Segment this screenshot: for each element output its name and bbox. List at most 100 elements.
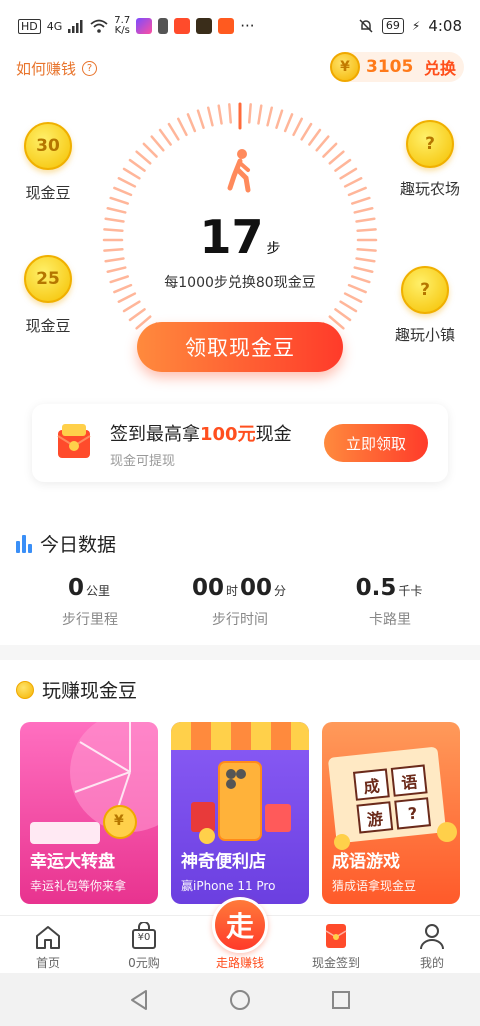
dial-tick	[122, 300, 141, 313]
bubble-value: 30	[36, 136, 60, 156]
bubble-value: ?	[425, 134, 435, 154]
mute-bell-icon	[359, 19, 373, 33]
bubble-coin-30[interactable]: 30	[24, 122, 72, 170]
bag-icon-text: ¥0	[137, 932, 151, 943]
stat-unit: 千卡	[398, 584, 423, 598]
claim-now-button[interactable]: 立即领取	[324, 424, 428, 462]
stat-distance: 0 公里 步行里程	[20, 575, 160, 629]
stat-duration: 00 时00 分 步行时间	[170, 575, 310, 629]
dial-tick	[109, 196, 130, 205]
stat-label: 步行里程	[62, 612, 118, 628]
system-nav-bar	[0, 973, 480, 1026]
dial-tick	[275, 109, 284, 130]
dial-tick	[207, 106, 214, 127]
stat-minutes: 00	[240, 575, 273, 601]
app-notification-icon-2	[174, 18, 191, 34]
stat-label: 卡路里	[369, 612, 411, 628]
idiom-grid: 成 语 游 ?	[352, 764, 432, 834]
game-title: 幸运大转盘	[30, 852, 115, 872]
home-icon	[36, 926, 60, 949]
dial-tick	[339, 167, 358, 180]
lucky-wheel-icon	[30, 722, 158, 844]
coin-balance-pill[interactable]: ¥ 3105 兑换	[330, 52, 464, 82]
network-type: 4G	[46, 19, 63, 33]
dial-tick	[308, 128, 322, 146]
stat-calories-value-row: 0.5 千卡	[320, 575, 460, 601]
hd-badge: HD	[18, 18, 41, 34]
dial-tick	[292, 117, 303, 137]
help-icon: ?	[82, 61, 98, 76]
status-bar: HD 4G 7.7 K/s ··· 69 ⚡ 4:08	[0, 0, 480, 52]
idiom-char: 游	[356, 801, 394, 834]
dial-tick	[117, 177, 137, 188]
stat-duration-value-row: 00 时00 分	[170, 575, 310, 601]
nav-cash-signin[interactable]: 现金签到	[288, 916, 384, 974]
stat-value: 0	[67, 575, 84, 601]
stat-label: 步行时间	[212, 612, 268, 628]
game-card-idiom[interactable]: 成 语 游 ? 成语游戏 猜成语拿现金豆	[322, 722, 460, 904]
status-right: 69 ⚡ 4:08	[358, 17, 462, 35]
stat-hours-unit: 时	[225, 584, 238, 598]
games-title-label: 玩赚现金豆	[42, 680, 138, 702]
game-title: 成语游戏	[332, 852, 400, 872]
walk-money-icon[interactable]: 走	[212, 897, 268, 953]
clock: 4:08	[428, 17, 462, 35]
dial-tick	[142, 142, 158, 158]
signin-subtitle: 现金可提现	[110, 454, 176, 469]
app-notification-icon-4	[218, 18, 235, 34]
dial-tick	[186, 113, 197, 133]
games-title: 玩赚现金豆	[16, 676, 137, 703]
home-circle-icon[interactable]	[229, 989, 251, 1011]
bubble-label: 现金豆	[25, 317, 71, 335]
nav-zero-buy[interactable]: ¥0 0元购	[96, 916, 192, 974]
game-title: 神奇便利店	[181, 852, 266, 872]
nav-label: 走路赚钱	[215, 956, 264, 970]
back-icon[interactable]	[128, 989, 150, 1011]
dial-tick	[135, 150, 152, 165]
app-notification-icon-3	[196, 18, 213, 34]
nav-home[interactable]: 首页	[0, 916, 96, 974]
dial-tick	[128, 308, 146, 322]
charging-icon: ⚡	[411, 19, 421, 33]
wifi-icon	[90, 19, 108, 33]
today-title-label: 今日数据	[40, 534, 117, 556]
exchange-button[interactable]: 兑换	[424, 55, 456, 79]
bubble-label: 现金豆	[25, 184, 71, 202]
stat-minutes-unit: 分	[274, 584, 287, 598]
game-card-store[interactable]: 神奇便利店 赢iPhone 11 Pro	[171, 722, 309, 904]
idiom-char: 语	[390, 764, 428, 797]
signin-card[interactable]: 签到最高拿100元现金 现金可提现 立即领取	[32, 404, 448, 482]
coin-icon	[16, 680, 34, 699]
net-speed-unit: K/s	[114, 25, 130, 36]
signin-title-suffix: 现金	[255, 424, 292, 445]
stat-unit: 公里	[86, 584, 111, 598]
step-unit: 步	[266, 241, 281, 257]
signin-title-prefix: 签到最高拿	[110, 424, 200, 445]
game-card-wheel[interactable]: ¥ 幸运大转盘 幸运礼包等你来拿	[20, 722, 158, 904]
dial-tick	[122, 167, 141, 180]
exchange-rate-text: 每1000步兑换80现金豆	[164, 275, 316, 291]
today-title: 今日数据	[16, 530, 116, 557]
dial-tick	[150, 135, 165, 152]
dial-tick	[257, 104, 263, 125]
dial-tick	[283, 113, 294, 133]
dial-tick	[177, 117, 188, 137]
signin-title-highlight: 100元	[200, 424, 256, 445]
coin-icon: ¥	[330, 52, 360, 82]
how-to-earn-label: 如何赚钱	[16, 60, 77, 78]
game-subtitle: 幸运礼包等你来拿	[30, 879, 127, 893]
bubble-label: 趣玩农场	[399, 180, 460, 198]
claim-beans-button[interactable]: 领取现金豆	[137, 322, 343, 372]
dial-tick	[334, 158, 352, 172]
dial-tick	[328, 150, 345, 165]
dial-tick	[347, 186, 367, 197]
dial-tick	[167, 122, 180, 141]
recents-icon[interactable]	[331, 990, 351, 1010]
battery-level: 69	[381, 18, 404, 34]
status-left: HD 4G 7.7 K/s ···	[18, 16, 255, 36]
dial-tick	[128, 158, 146, 172]
how-to-earn-link[interactable]: 如何赚钱 ?	[16, 58, 98, 79]
redpacket-icon	[325, 924, 347, 948]
nav-profile[interactable]: 我的	[384, 916, 480, 974]
bubble-farm[interactable]: ?	[406, 120, 454, 168]
